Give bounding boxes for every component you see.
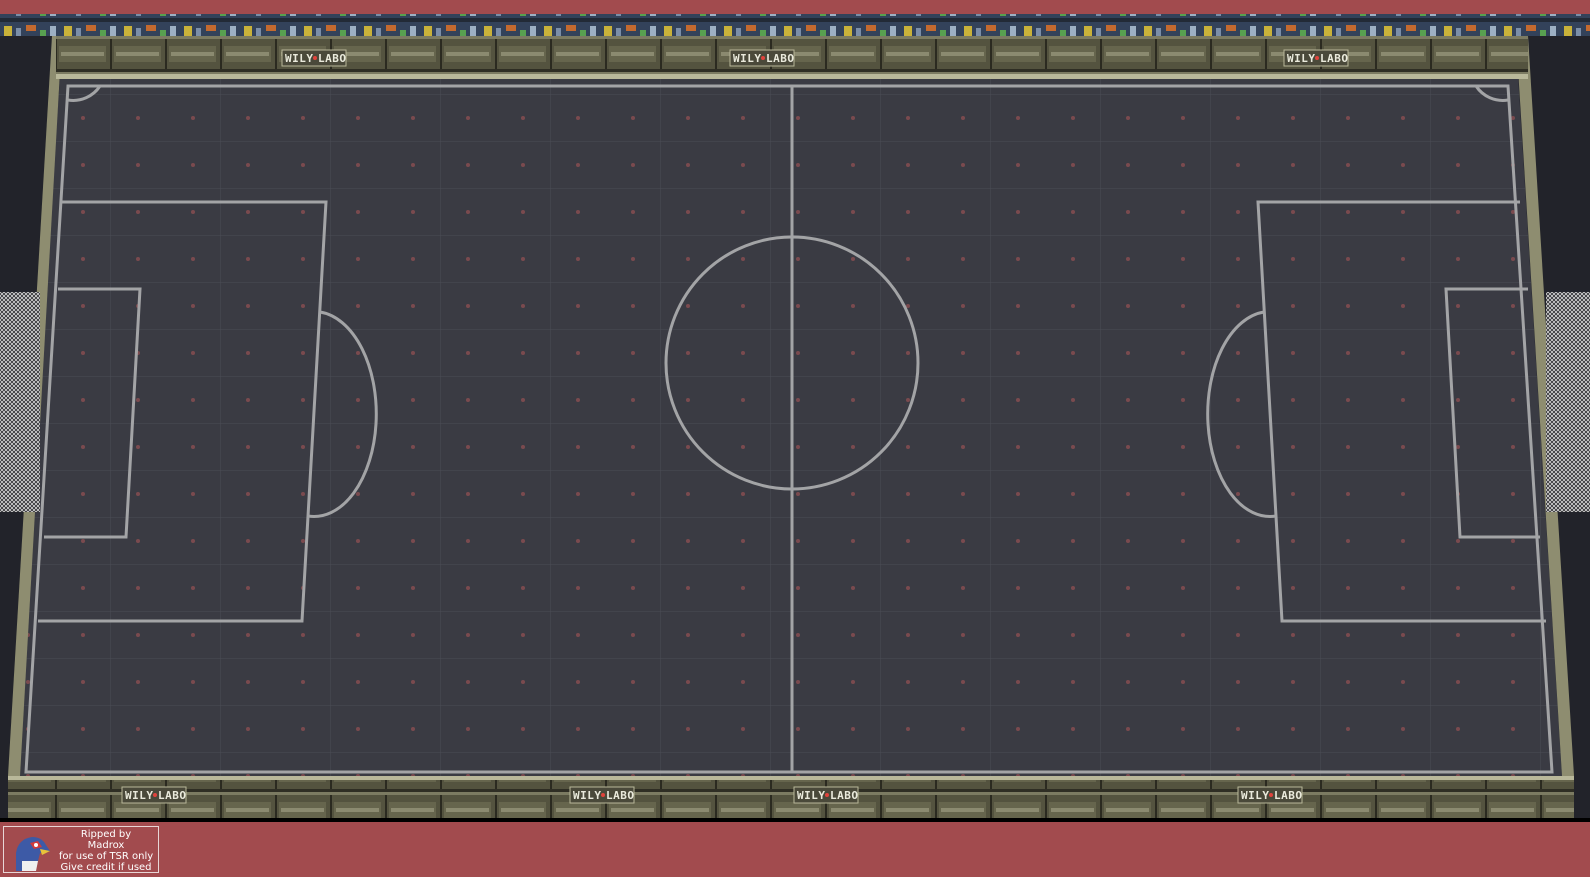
falco-mascot-icon bbox=[16, 837, 50, 871]
svg-text:WILY: WILY bbox=[733, 52, 762, 65]
bottom-sign-1: WILY LABO bbox=[121, 786, 187, 804]
top-sign-3: WILY LABO bbox=[1283, 49, 1349, 67]
svg-text:LABO: LABO bbox=[830, 789, 859, 802]
svg-text:LABO: LABO bbox=[1320, 52, 1349, 65]
top-wall-edge bbox=[56, 74, 1528, 79]
credit-line-4: Give credit if used bbox=[60, 862, 152, 873]
top-edge bbox=[0, 0, 1590, 14]
bottom-sign-3: WILY LABO bbox=[793, 786, 859, 804]
credit-text: Ripped by Madrox for use of TSR only Giv… bbox=[52, 829, 160, 873]
svg-text:LABO: LABO bbox=[766, 52, 795, 65]
soccer-field-svg: WILY LABO WILY LABO WILY LABO WILY LABO … bbox=[0, 0, 1590, 822]
left-goal-net bbox=[0, 292, 40, 512]
svg-text:WILY: WILY bbox=[1287, 52, 1316, 65]
svg-text:WILY: WILY bbox=[797, 789, 826, 802]
svg-text:LABO: LABO bbox=[158, 789, 187, 802]
bottom-wall bbox=[8, 780, 1574, 818]
svg-text:LABO: LABO bbox=[1274, 789, 1303, 802]
credit-line-1: Ripped by bbox=[80, 829, 132, 840]
bottom-sign-4: WILY LABO bbox=[1237, 786, 1303, 804]
svg-text:LABO: LABO bbox=[318, 52, 347, 65]
credit-box: Ripped by Madrox for use of TSR only Giv… bbox=[3, 826, 159, 873]
credit-line-3: for use of TSR only bbox=[58, 851, 154, 862]
bottom-shadow bbox=[0, 818, 1590, 822]
pitch-grid bbox=[12, 76, 1562, 776]
svg-text:WILY: WILY bbox=[573, 789, 602, 802]
svg-text:WILY: WILY bbox=[125, 789, 154, 802]
crowd-strip bbox=[0, 14, 1590, 36]
svg-text:LABO: LABO bbox=[606, 789, 635, 802]
bottom-sign-2: WILY LABO bbox=[569, 786, 635, 804]
svg-text:WILY: WILY bbox=[1241, 789, 1270, 802]
credit-line-2: Madrox bbox=[87, 840, 125, 851]
top-sign-1: WILY LABO bbox=[281, 49, 347, 67]
game-stage: WILY LABO WILY LABO WILY LABO WILY LABO … bbox=[0, 0, 1590, 877]
right-goal-net bbox=[1546, 292, 1590, 512]
svg-text:WILY: WILY bbox=[285, 52, 314, 65]
top-sign-2: WILY LABO bbox=[729, 49, 795, 67]
